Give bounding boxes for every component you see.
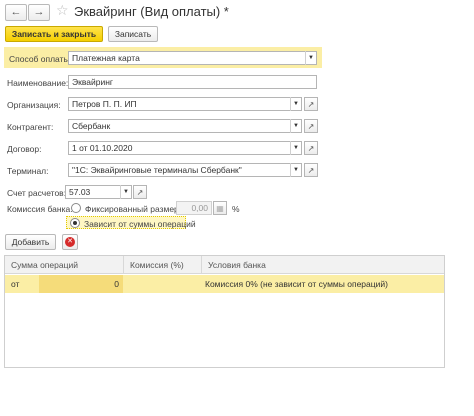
- open-link-icon[interactable]: ↗: [133, 185, 147, 199]
- name-label: Наименование:: [7, 78, 69, 88]
- back-button[interactable]: ←: [5, 4, 27, 21]
- cell-from-label: от: [11, 279, 20, 289]
- chevron-down-icon[interactable]: ▼: [290, 163, 301, 177]
- cell-amount[interactable]: 0: [39, 275, 123, 293]
- open-link-icon[interactable]: ↗: [304, 119, 318, 133]
- arrow-left-icon: ←: [10, 6, 22, 18]
- delete-icon: ✕: [65, 237, 75, 247]
- organization-select[interactable]: Петров П. П. ИП: [68, 97, 302, 111]
- table-row[interactable]: от 0 Комиссия 0% (не зависит от суммы оп…: [5, 275, 444, 293]
- chevron-down-icon[interactable]: ▼: [120, 185, 131, 199]
- save-and-close-button[interactable]: Записать и закрыть: [5, 26, 103, 42]
- arrow-right-icon: →: [33, 6, 45, 18]
- delete-row-button[interactable]: ✕: [62, 234, 78, 250]
- chevron-down-icon[interactable]: ▼: [290, 141, 301, 155]
- commission-fixed-radio[interactable]: [71, 203, 81, 213]
- column-header-amount[interactable]: Сумма операций: [5, 256, 123, 274]
- contract-label: Договор:: [7, 144, 42, 154]
- name-input[interactable]: Эквайринг: [68, 75, 317, 89]
- percent-sign: %: [232, 204, 240, 214]
- contract-select[interactable]: 1 от 01.10.2020: [68, 141, 302, 155]
- counterparty-label: Контрагент:: [7, 122, 54, 132]
- payment-method-select[interactable]: Платежная карта: [68, 51, 317, 65]
- terminal-select[interactable]: "1С: Эквайринговые терминалы Сбербанк": [68, 163, 302, 177]
- cell-commission[interactable]: [123, 275, 201, 293]
- account-label: Счет расчетов:: [7, 188, 67, 198]
- open-link-icon[interactable]: ↗: [304, 141, 318, 155]
- save-button[interactable]: Записать: [108, 26, 158, 42]
- payment-method-label: Способ оплаты:: [9, 54, 72, 64]
- chevron-down-icon[interactable]: ▼: [290, 119, 301, 133]
- commission-fixed-input[interactable]: 0,00: [176, 201, 212, 215]
- forward-button[interactable]: →: [28, 4, 50, 21]
- cell-conditions[interactable]: Комиссия 0% (не зависит от суммы операци…: [205, 275, 443, 293]
- counterparty-select[interactable]: Сбербанк: [68, 119, 302, 133]
- organization-label: Организация:: [7, 100, 61, 110]
- star-icon[interactable]: ☆: [56, 3, 69, 17]
- add-row-button[interactable]: Добавить: [5, 234, 56, 250]
- commission-sum-radio[interactable]: [70, 218, 80, 228]
- commission-table: Сумма операций Комиссия (%) Условия банк…: [4, 255, 445, 368]
- table-header: Сумма операций Комиссия (%) Условия банк…: [5, 256, 444, 274]
- column-header-commission[interactable]: Комиссия (%): [123, 256, 201, 274]
- terminal-label: Терминал:: [7, 166, 49, 176]
- window-title: Эквайринг (Вид оплаты) *: [74, 4, 229, 19]
- open-link-icon[interactable]: ↗: [304, 163, 318, 177]
- chevron-down-icon[interactable]: ▼: [305, 51, 316, 65]
- column-header-conditions[interactable]: Условия банка: [201, 256, 444, 274]
- commission-sum-label: Зависит от суммы операций: [84, 219, 196, 229]
- commission-label: Комиссия банка:: [7, 204, 73, 214]
- calculator-icon[interactable]: ▦: [213, 201, 227, 215]
- chevron-down-icon[interactable]: ▼: [290, 97, 301, 111]
- open-link-icon[interactable]: ↗: [304, 97, 318, 111]
- commission-fixed-label: Фиксированный размер: [85, 204, 179, 214]
